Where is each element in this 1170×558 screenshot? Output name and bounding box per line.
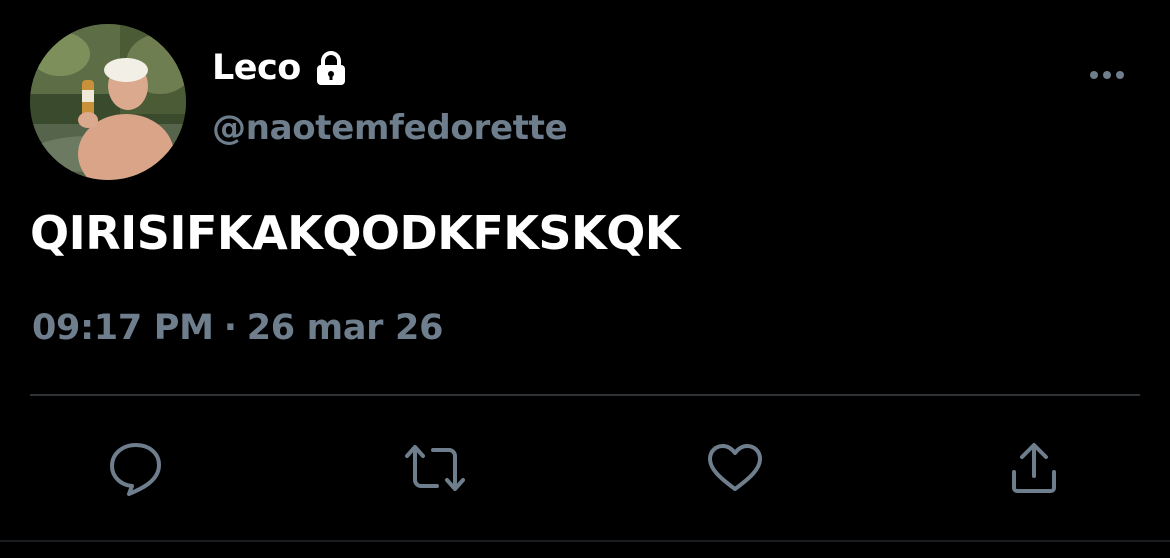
avatar[interactable]	[30, 24, 186, 180]
share-button[interactable]	[1002, 436, 1066, 500]
bottom-divider	[0, 540, 1170, 542]
retweet-button[interactable]	[403, 436, 467, 500]
retweet-icon	[405, 445, 465, 491]
share-icon	[1012, 443, 1056, 493]
tweet-text: QIRISIFKAKQODKFKSKQK	[30, 206, 680, 260]
display-name-row: Leco	[212, 44, 351, 92]
more-options-button[interactable]	[1082, 58, 1132, 92]
tweet-timestamp[interactable]: 09:17 PM · 26 mar 26	[32, 308, 443, 348]
profile-photo	[30, 24, 186, 180]
reply-button[interactable]	[104, 436, 168, 500]
tweet-card: Leco @naotemfedorette QIRISIFKAKQODKFKSK…	[0, 0, 1170, 558]
user-handle[interactable]: @naotemfedorette	[212, 108, 568, 148]
tweet-date: 26 mar 26	[246, 308, 444, 348]
ellipsis-icon	[1090, 71, 1124, 79]
heart-icon	[708, 444, 762, 491]
like-button[interactable]	[703, 436, 767, 500]
timestamp-separator: ·	[223, 308, 237, 348]
speech-bubble-icon	[110, 443, 161, 496]
display-name[interactable]: Leco	[212, 48, 301, 88]
tweet-time: 09:17 PM	[32, 308, 214, 348]
lock-icon	[316, 51, 345, 85]
divider	[30, 394, 1140, 396]
